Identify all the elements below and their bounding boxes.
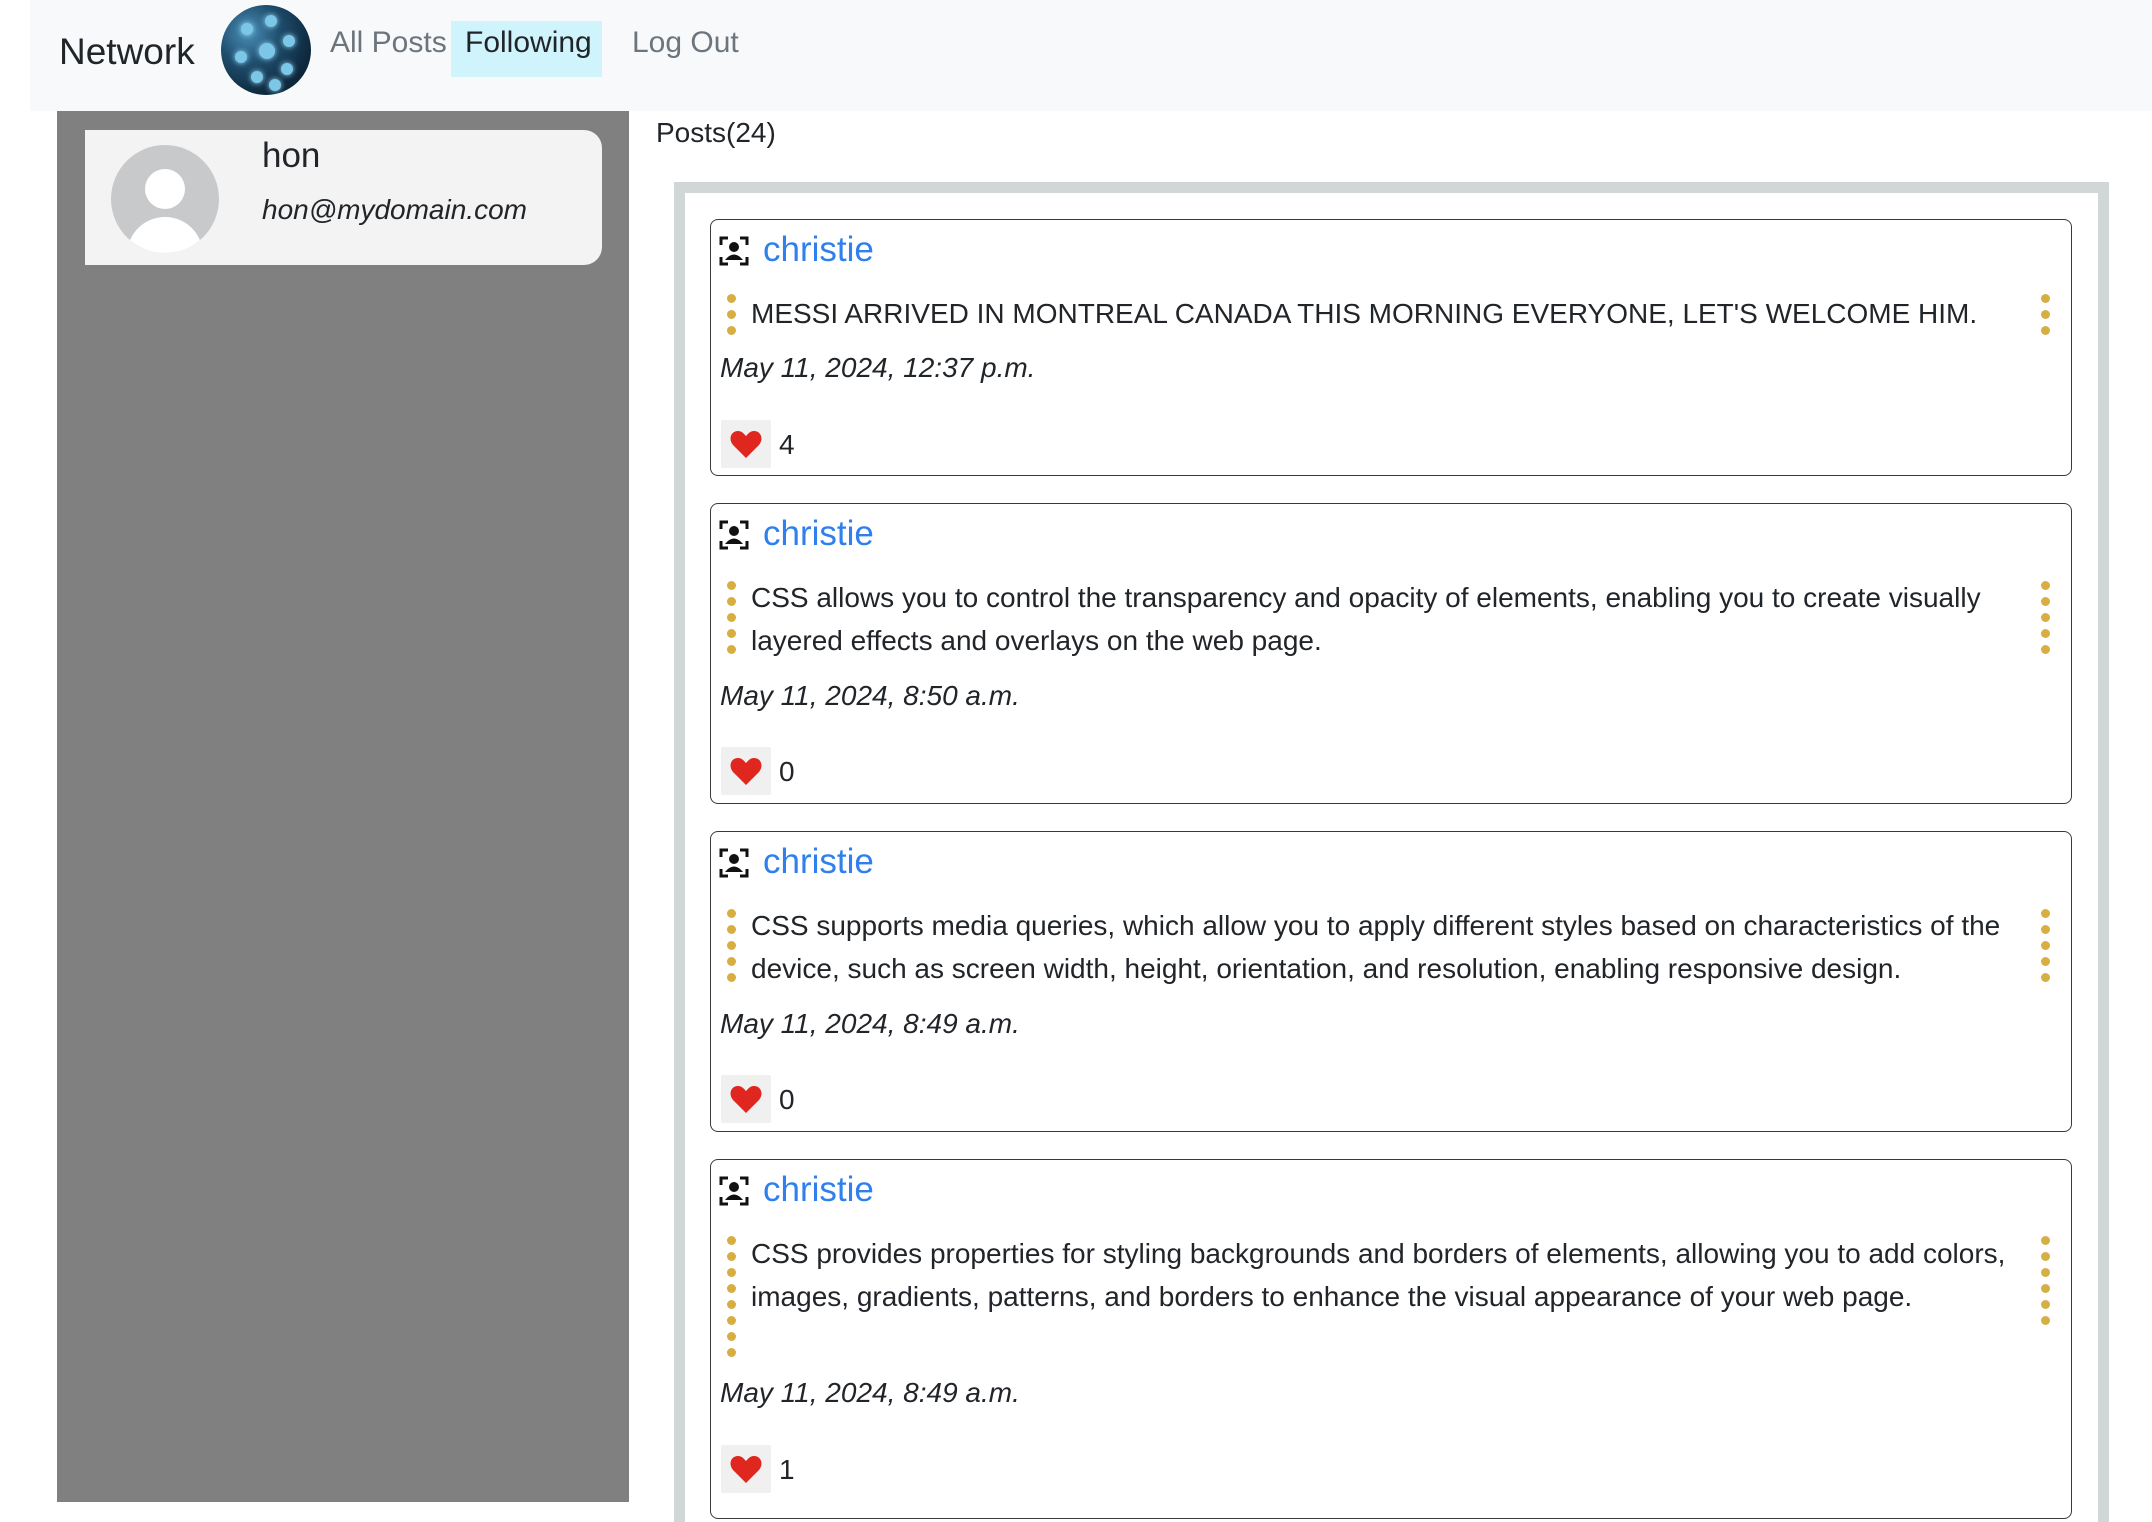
like-button[interactable]	[721, 420, 771, 468]
default-user-avatar-icon	[111, 145, 219, 253]
heart-icon	[730, 1086, 762, 1113]
right-dot-line	[2041, 1236, 2051, 1332]
post-card: christie CSS supports media queries, whi…	[710, 831, 2072, 1132]
left-dot-line	[727, 581, 737, 661]
person-badge-icon	[719, 1176, 749, 1206]
person-badge-icon	[719, 848, 749, 878]
like-count: 1	[779, 1454, 795, 1485]
sidebar: hon hon@mydomain.com	[57, 111, 629, 1502]
like-count: 0	[779, 1084, 795, 1115]
heart-icon	[730, 758, 762, 785]
right-dot-line	[2041, 294, 2051, 342]
profile-username: hon	[262, 136, 321, 175]
left-dot-line	[727, 909, 737, 989]
profile-card: hon hon@mydomain.com	[85, 130, 602, 265]
post-date: May 11, 2024, 8:49 a.m.	[720, 1008, 1020, 1039]
nav-link-following[interactable]: Following	[451, 21, 602, 77]
post-card: christie CSS allows you to control the t…	[710, 503, 2072, 804]
like-count: 4	[779, 429, 795, 460]
post-author-link[interactable]: christie	[763, 1168, 874, 1212]
left-dot-line	[727, 294, 737, 342]
nav-link-log-out[interactable]: Log Out	[618, 21, 753, 77]
post-date: May 11, 2024, 8:50 a.m.	[720, 680, 1020, 711]
like-count: 0	[779, 756, 795, 787]
like-button[interactable]	[721, 1445, 771, 1493]
post-author-link[interactable]: christie	[763, 512, 874, 556]
profile-email: hon@mydomain.com	[262, 194, 527, 225]
navbar: Network All Posts Following Log Out	[30, 0, 2152, 111]
posts-count-heading: Posts(24)	[656, 117, 776, 148]
heart-icon	[730, 1456, 762, 1483]
like-button[interactable]	[721, 1075, 771, 1123]
nav-link-all-posts[interactable]: All Posts	[316, 21, 461, 77]
right-dot-line	[2041, 909, 2051, 989]
heart-icon	[730, 431, 762, 458]
post-content: MESSI ARRIVED IN MONTREAL CANADA THIS MO…	[751, 298, 1978, 329]
network-globe-icon	[221, 5, 311, 95]
post-date: May 11, 2024, 12:37 p.m.	[720, 352, 1036, 383]
post-content: CSS allows you to control the transparen…	[751, 582, 1981, 656]
person-badge-icon	[719, 520, 749, 550]
like-button[interactable]	[721, 747, 771, 795]
right-dot-line	[2041, 581, 2051, 661]
post-card: christie MESSI ARRIVED IN MONTREAL CANAD…	[710, 219, 2072, 476]
person-badge-icon	[719, 236, 749, 266]
post-content: CSS supports media queries, which allow …	[751, 910, 2001, 984]
post-date: May 11, 2024, 8:49 a.m.	[720, 1377, 1020, 1408]
post-author-link[interactable]: christie	[763, 840, 874, 884]
brand-title[interactable]: Network	[59, 30, 195, 74]
left-dot-line	[727, 1236, 737, 1364]
post-author-link[interactable]: christie	[763, 228, 874, 272]
post-content: CSS provides properties for styling back…	[751, 1238, 2006, 1312]
post-card: christie CSS provides properties for sty…	[710, 1159, 2072, 1519]
